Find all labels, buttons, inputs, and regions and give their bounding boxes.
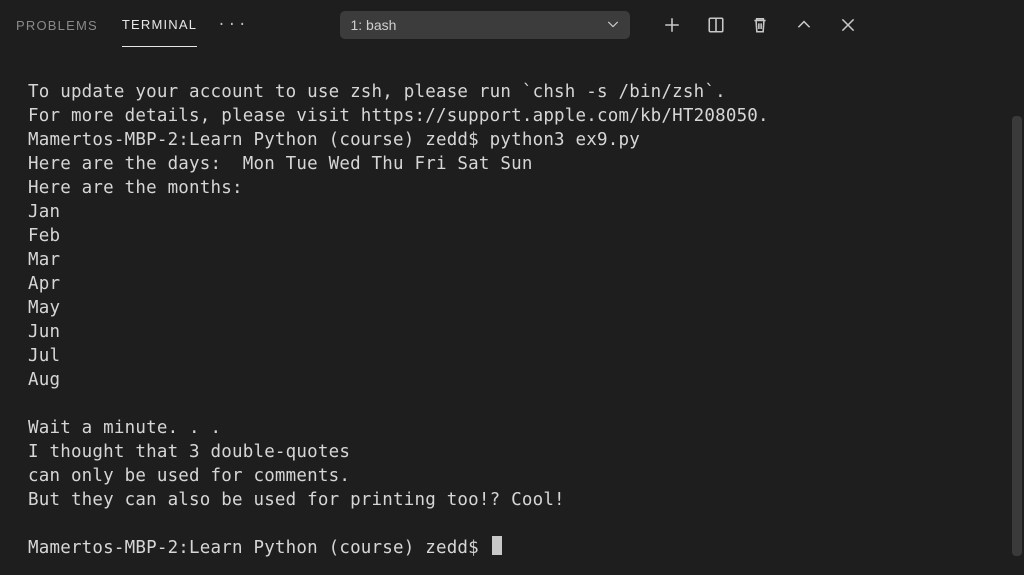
- tab-terminal[interactable]: TERMINAL: [122, 3, 197, 47]
- trash-icon[interactable]: [750, 15, 770, 35]
- close-icon[interactable]: [838, 15, 858, 35]
- split-terminal-icon[interactable]: [706, 15, 726, 35]
- new-terminal-icon[interactable]: [662, 15, 682, 35]
- terminal-actions: [662, 15, 858, 35]
- tab-problems[interactable]: PROBLEMS: [16, 4, 98, 47]
- terminal-output[interactable]: To update your account to use zsh, pleas…: [0, 50, 1024, 560]
- shell-selector[interactable]: 1: bash: [340, 11, 630, 39]
- terminal-cursor: [492, 536, 502, 555]
- scrollbar-thumb[interactable]: [1012, 116, 1022, 556]
- more-actions-icon[interactable]: ···: [213, 17, 252, 33]
- panel-header: PROBLEMS TERMINAL ··· 1: bash: [0, 0, 1024, 50]
- chevron-up-icon[interactable]: [794, 15, 814, 35]
- chevron-down-icon: [606, 17, 620, 34]
- panel-tabs: PROBLEMS TERMINAL: [16, 3, 197, 47]
- shell-selector-label: 1: bash: [350, 17, 396, 33]
